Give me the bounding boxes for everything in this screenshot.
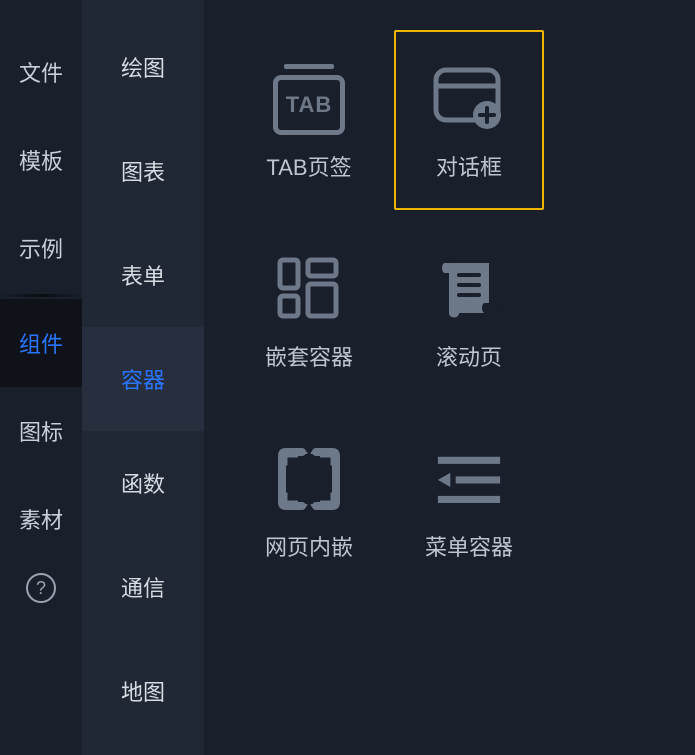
category-form[interactable]: 表单	[82, 223, 204, 327]
category-map[interactable]: 地图	[82, 639, 204, 743]
component-label: 网页内嵌	[265, 530, 353, 562]
nav-example[interactable]: 示例	[0, 204, 82, 292]
nav-divider	[0, 294, 82, 297]
category-label: 表单	[121, 259, 165, 291]
help-label: ?	[36, 578, 46, 599]
nav-file[interactable]: 文件	[0, 28, 82, 116]
nav-template[interactable]: 模板	[0, 116, 82, 204]
category-label: 通信	[121, 571, 165, 603]
nav-component[interactable]: 组件	[0, 299, 82, 387]
menu-icon	[429, 434, 509, 524]
category-function[interactable]: 函数	[82, 431, 204, 535]
iframe-icon	[269, 434, 349, 524]
component-tab-page[interactable]: TAB TAB页签	[234, 30, 384, 210]
nav-label: 图标	[19, 415, 63, 447]
category-label: 函数	[121, 467, 165, 499]
help-icon[interactable]: ?	[26, 573, 56, 603]
nav-material[interactable]: 素材	[0, 475, 82, 563]
category-chart[interactable]: 图表	[82, 119, 204, 223]
nav-label: 示例	[19, 232, 63, 264]
category-comm[interactable]: 通信	[82, 535, 204, 639]
component-grid: TAB TAB页签 对话框	[234, 30, 680, 590]
category-label: 容器	[121, 363, 165, 395]
component-menu-container[interactable]: 菜单容器	[394, 410, 544, 590]
tab-icon: TAB	[269, 54, 349, 144]
nav-label: 素材	[19, 503, 63, 535]
category-draw[interactable]: 绘图	[82, 15, 204, 119]
component-label: 对话框	[436, 150, 502, 182]
scroll-icon	[429, 244, 509, 334]
component-label: 滚动页	[436, 340, 502, 372]
component-iframe[interactable]: 网页内嵌	[234, 410, 384, 590]
category-container[interactable]: 容器	[82, 327, 204, 431]
nav-label: 组件	[19, 327, 63, 359]
component-nested-container[interactable]: 嵌套容器	[234, 220, 384, 400]
dialog-icon	[429, 54, 509, 144]
component-label: 菜单容器	[425, 530, 513, 562]
category-panel: 绘图 图表 表单 容器 函数 通信 地图	[82, 0, 204, 755]
component-label: 嵌套容器	[265, 340, 353, 372]
component-label: TAB页签	[266, 150, 351, 182]
primary-nav: 文件 模板 示例 组件 图标 素材 ?	[0, 0, 82, 755]
nav-label: 文件	[19, 56, 63, 88]
tab-text: TAB	[286, 92, 333, 118]
category-label: 绘图	[121, 51, 165, 83]
nested-icon	[269, 244, 349, 334]
category-label: 地图	[121, 675, 165, 707]
nav-label: 模板	[19, 144, 63, 176]
component-scroll-page[interactable]: 滚动页	[394, 220, 544, 400]
category-label: 图表	[121, 155, 165, 187]
component-gallery: TAB TAB页签 对话框	[204, 0, 695, 755]
component-dialog[interactable]: 对话框	[394, 30, 544, 210]
nav-icon[interactable]: 图标	[0, 387, 82, 475]
